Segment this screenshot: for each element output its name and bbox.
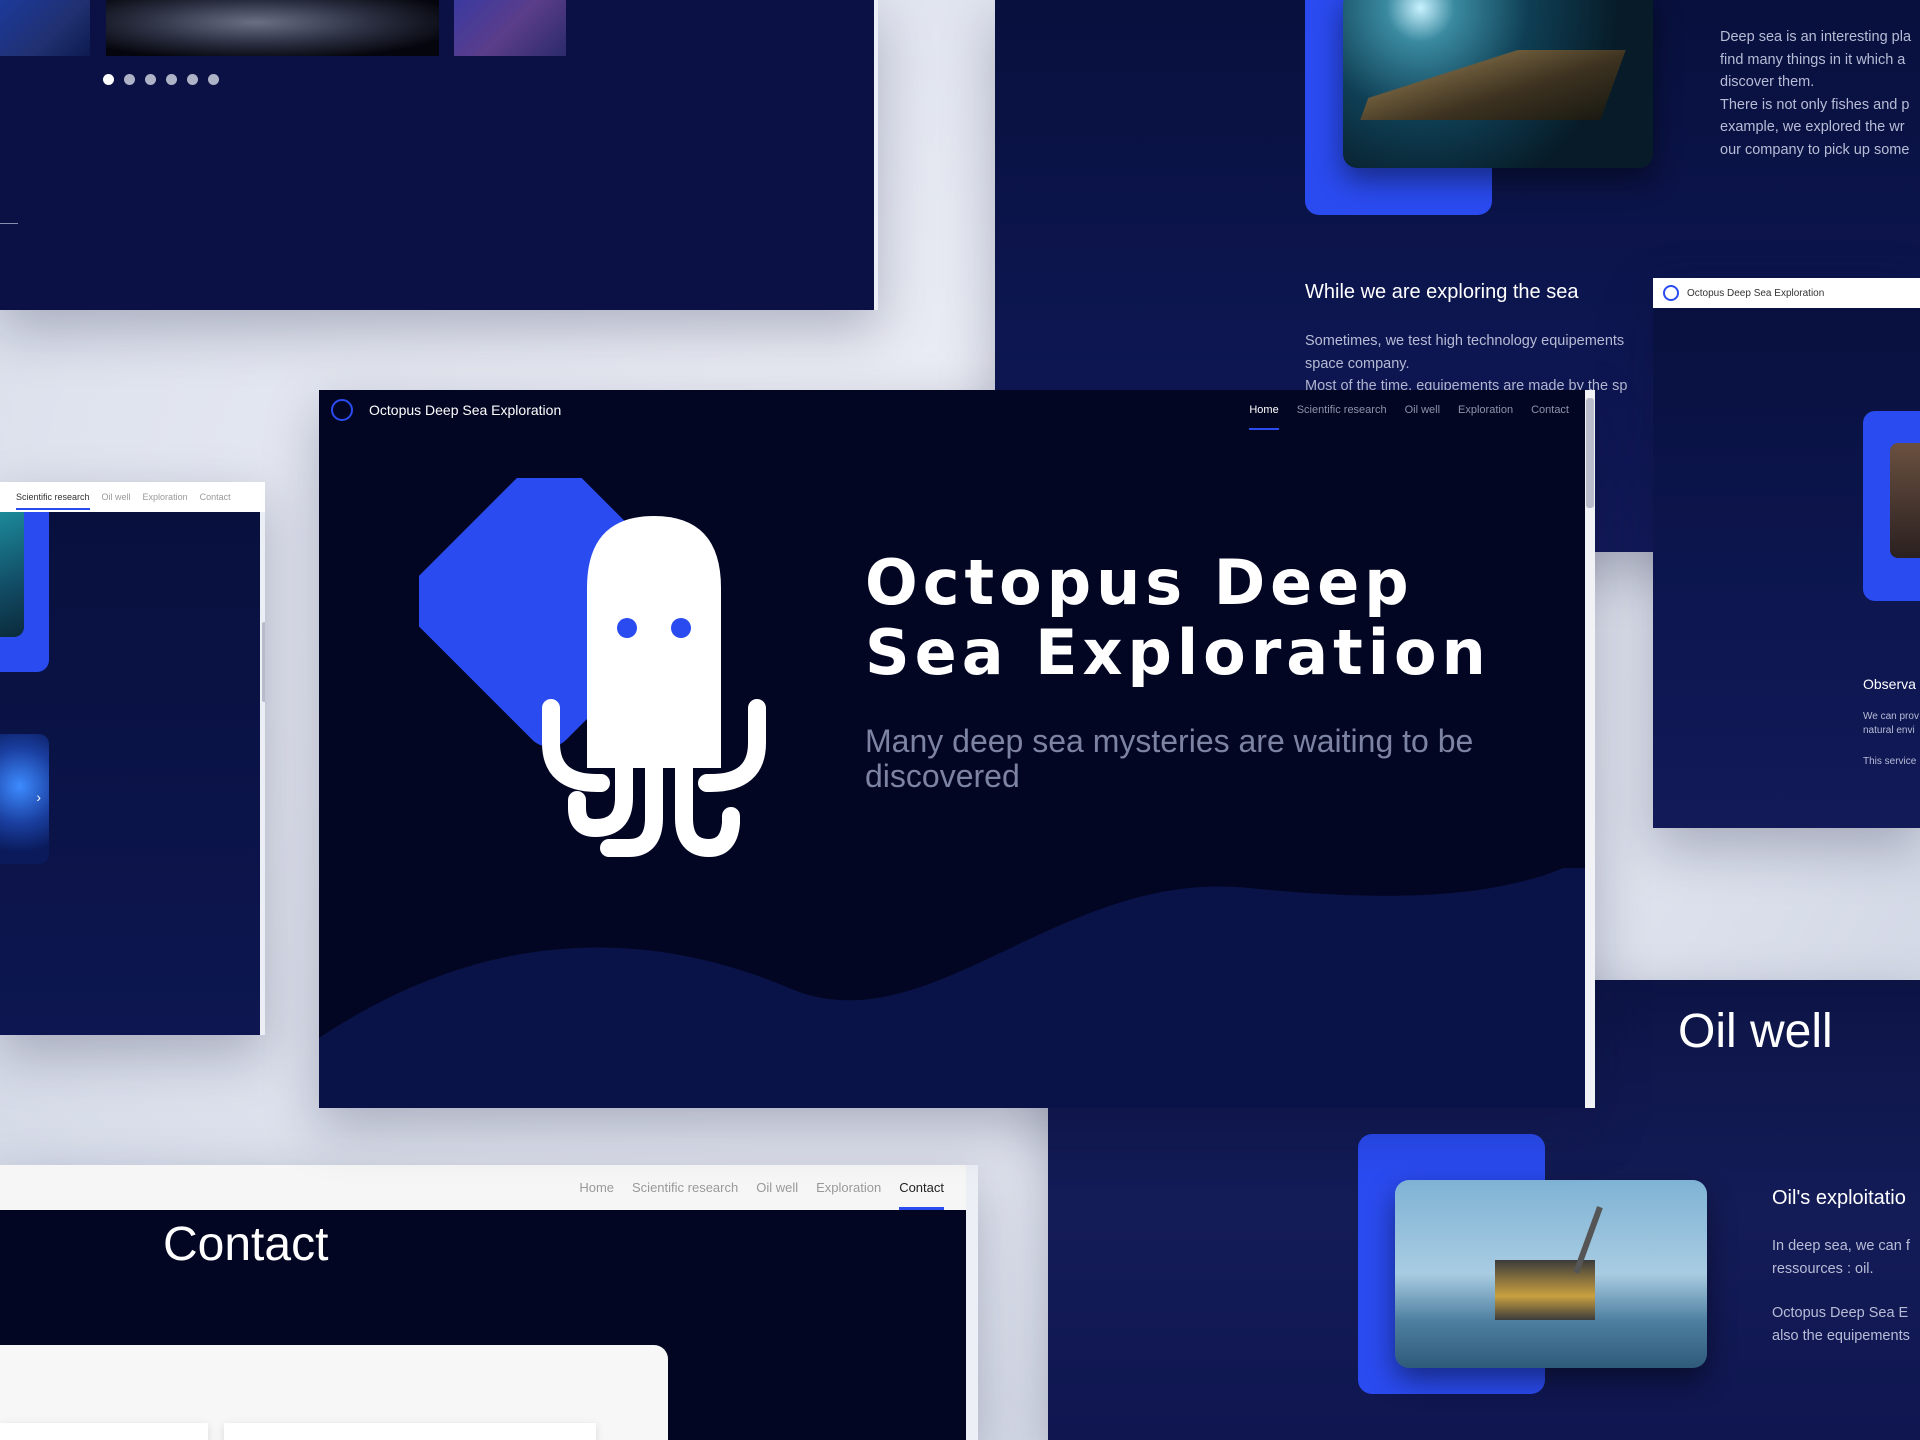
scrollbar[interactable] <box>966 1165 978 1440</box>
nav-oil-well[interactable]: Oil well <box>102 492 131 502</box>
contact-nav-home[interactable]: Home <box>579 1180 614 1195</box>
oilwell-text-2: Octopus Deep Sea E also the equipements <box>1772 1305 1910 1344</box>
section-text-1: Sometimes, we test high technology equip… <box>1305 333 1625 372</box>
contact-title: Contact <box>163 1218 329 1271</box>
section-heading: While we are exploring the sea <box>1305 281 1579 303</box>
main-navbar: Octopus Deep Sea Exploration Home Scient… <box>319 390 1585 430</box>
nav-exploration[interactable]: Exploration <box>143 492 188 502</box>
hero-title-line-1: Octopus Deep <box>865 546 1414 619</box>
carousel-dot[interactable] <box>145 74 156 85</box>
form-field-email[interactable] <box>224 1423 596 1440</box>
carousel-dot[interactable] <box>166 74 177 85</box>
octopus-logo-icon <box>1663 285 1679 301</box>
octopus-illustration <box>419 478 766 858</box>
form-field-name[interactable] <box>0 1423 208 1440</box>
wave-shape <box>319 868 1585 1108</box>
observation-image <box>1890 443 1920 558</box>
reef-image-1 <box>0 512 24 637</box>
scrollbar[interactable] <box>1585 390 1595 1108</box>
window-title: Octopus Deep Sea Exploration <box>1687 287 1825 299</box>
oil-rig-image <box>1395 1180 1707 1368</box>
contact-panel: Home Scientific research Oil well Explor… <box>0 1165 978 1440</box>
observation-panel: Octopus Deep Sea Exploration Observa We … <box>1653 278 1920 828</box>
scrollbar[interactable] <box>874 0 878 310</box>
nav-contact[interactable]: Contact <box>200 492 231 502</box>
contact-form-card <box>0 1345 668 1440</box>
contact-nav-contact[interactable]: Contact <box>899 1165 944 1210</box>
contact-nav-scientific-research[interactable]: Scientific research <box>632 1180 738 1195</box>
octopus-eye-left <box>617 618 637 638</box>
oilwell-heading: Oil's exploitatio <box>1772 1187 1906 1209</box>
scrollbar[interactable] <box>260 512 265 1035</box>
carousel-dots <box>103 74 219 85</box>
research-panel: Scientific research Oil well Exploration… <box>0 482 265 1035</box>
hero-title: Octopus Deep Sea Exploration <box>865 548 1491 688</box>
octopus-eye-right <box>671 618 691 638</box>
reef-image-2: › <box>0 734 49 864</box>
nav-oil-well[interactable]: Oil well <box>1405 404 1440 416</box>
shipwreck-image <box>1343 0 1653 168</box>
scrollbar-thumb[interactable] <box>262 622 265 702</box>
hero-title-line-2: Sea Exploration <box>865 616 1491 689</box>
octopus-logo-icon[interactable] <box>331 399 353 421</box>
intro-paragraph: Deep sea is an interesting pla find many… <box>1720 26 1920 161</box>
carousel-image-1[interactable] <box>0 0 90 56</box>
nav-scientific-research[interactable]: Scientific research <box>16 492 90 510</box>
divider <box>0 223 18 224</box>
contact-nav-oil-well[interactable]: Oil well <box>756 1180 798 1195</box>
intro-text-2: There is not only fishes and p example, … <box>1720 96 1910 158</box>
scrollbar-thumb[interactable] <box>1586 398 1594 508</box>
observation-text-1: We can prov natural envi <box>1863 711 1919 736</box>
carousel-image-3[interactable] <box>454 0 566 56</box>
carousel-panel <box>0 0 878 310</box>
window-navbar: Scientific research Oil well Exploration… <box>0 482 265 512</box>
carousel-image-2[interactable] <box>106 0 439 56</box>
nav-home[interactable]: Home <box>1249 390 1279 430</box>
intro-text-1: Deep sea is an interesting pla find many… <box>1720 29 1912 90</box>
nav-contact[interactable]: Contact <box>1531 404 1569 416</box>
wave-decoration <box>319 868 1585 1108</box>
carousel-dot[interactable] <box>124 74 135 85</box>
hero-subtitle: Many deep sea mysteries are waiting to b… <box>865 723 1474 794</box>
carousel-dot[interactable] <box>208 74 219 85</box>
chevron-right-icon[interactable]: › <box>36 789 41 805</box>
carousel-dot[interactable] <box>187 74 198 85</box>
oilwell-title: Oil well <box>1678 1005 1833 1058</box>
brand-name[interactable]: Octopus Deep Sea Exploration <box>369 402 561 418</box>
contact-navbar: Home Scientific research Oil well Explor… <box>0 1165 966 1210</box>
wreck-silhouette <box>1360 50 1626 120</box>
contact-nav-exploration[interactable]: Exploration <box>816 1180 881 1195</box>
oilwell-text-1: In deep sea, we can f ressources : oil. <box>1772 1238 1910 1277</box>
hero-window: Octopus Deep Sea Exploration Home Scient… <box>319 390 1595 1108</box>
carousel-dot-active[interactable] <box>103 74 114 85</box>
observation-text-2: This service <box>1863 756 1917 767</box>
nav-exploration[interactable]: Exploration <box>1458 404 1513 416</box>
nav-scientific-research[interactable]: Scientific research <box>1297 404 1387 416</box>
window-titlebar: Octopus Deep Sea Exploration <box>1653 278 1920 308</box>
observation-heading: Observa <box>1863 676 1916 692</box>
